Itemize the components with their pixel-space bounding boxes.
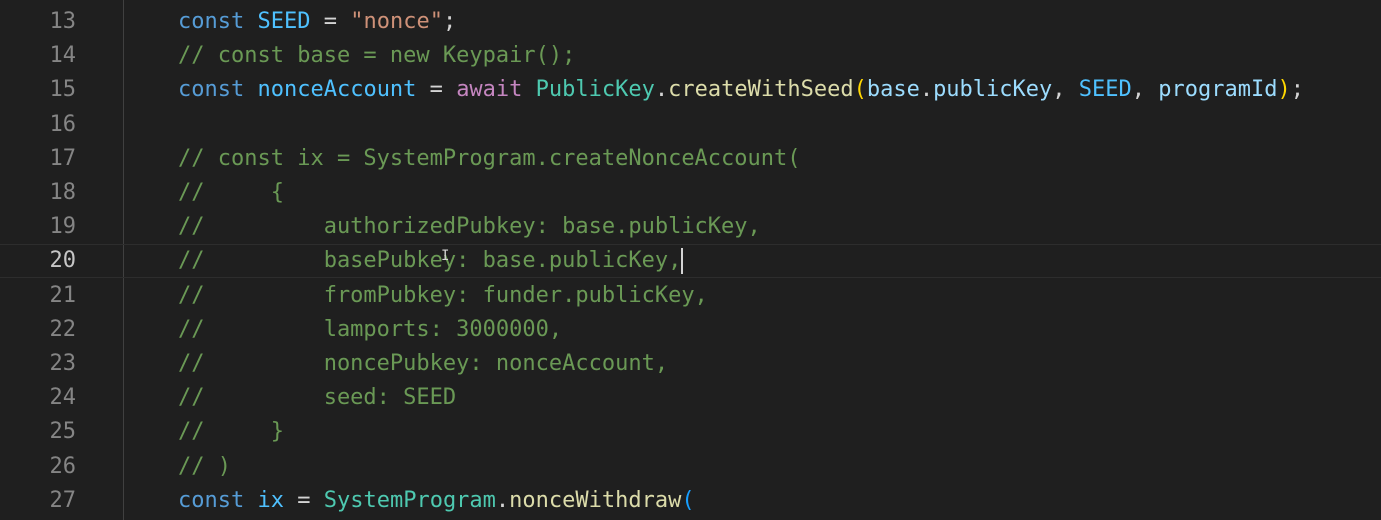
code-token: SEED	[257, 9, 311, 34]
code-text[interactable]: // )	[178, 450, 231, 484]
code-line[interactable]: 18 // {	[0, 176, 1381, 210]
code-token: .	[495, 487, 510, 513]
line-number: 20	[49, 248, 77, 274]
mouse-ibeam-icon: I	[441, 248, 450, 264]
code-token: ;	[442, 9, 457, 34]
code-line[interactable]: 15 const nonceAccount = await PublicKey.c…	[0, 73, 1381, 107]
code-token: "nonce"	[350, 9, 443, 34]
code-line[interactable]: 27 const ix = SystemProgram.nonceWithdraw…	[0, 484, 1381, 518]
code-text[interactable]: // }	[178, 415, 284, 449]
line-number: 23	[49, 351, 77, 376]
code-token: .	[919, 77, 934, 103]
code-token: SEED	[1078, 77, 1132, 103]
line-number: 21	[49, 282, 77, 308]
code-token: =	[283, 487, 324, 513]
code-token: nonceWithdraw	[509, 487, 682, 513]
code-line[interactable]: 25 // }	[0, 415, 1381, 449]
code-text[interactable]: const nonceAccount = await PublicKey.cre…	[178, 73, 1304, 107]
code-token: ,	[1131, 77, 1159, 103]
code-token: // basePubkey: base.publicKey,	[178, 248, 682, 274]
code-text[interactable]: // seed: SEED	[178, 381, 456, 415]
code-line[interactable]: 22 // lamports: 3000000,	[0, 313, 1381, 347]
code-token: // fromPubkey: funder.publicKey,	[178, 282, 708, 308]
code-text[interactable]: // const ix = SystemProgram.createNonceA…	[178, 142, 801, 176]
code-token: // seed: SEED	[178, 385, 457, 411]
code-token: SystemProgram	[323, 487, 496, 513]
line-number: 15	[49, 77, 77, 103]
code-token: ;	[1290, 77, 1304, 103]
code-token: // {	[178, 180, 284, 205]
code-line[interactable]: 19 // authorizedPubkey: base.publicKey,	[0, 210, 1381, 244]
line-number: 13	[49, 9, 77, 34]
code-token: (	[681, 487, 695, 513]
code-text[interactable]: // noncePubkey: nonceAccount,	[178, 347, 668, 381]
code-token: // authorizedPubkey: base.publicKey,	[178, 214, 761, 240]
code-token: const	[178, 9, 258, 34]
code-token: ix	[257, 487, 284, 513]
code-token: PublicKey	[535, 77, 655, 103]
code-token: (	[853, 77, 867, 103]
code-text[interactable]: // lamports: 3000000,	[178, 313, 562, 347]
code-text[interactable]: // basePubkey: base.publicKey,	[178, 245, 684, 277]
line-number: 25	[49, 419, 77, 445]
code-token: // }	[178, 419, 284, 445]
code-token: // const base = new Keypair();	[178, 43, 576, 69]
line-number: 26	[49, 453, 77, 479]
code-line[interactable]: 20 // basePubkey: base.publicKey,	[0, 244, 1381, 279]
code-line[interactable]: 16	[0, 108, 1381, 142]
code-text[interactable]: // authorizedPubkey: base.publicKey,	[178, 210, 761, 244]
code-token: // noncePubkey: nonceAccount,	[178, 351, 669, 376]
code-token: =	[310, 9, 351, 34]
code-line[interactable]: 26 // )	[0, 450, 1381, 484]
text-cursor	[681, 248, 684, 275]
line-number: 14	[49, 43, 77, 69]
code-token: publicKey	[933, 77, 1053, 103]
code-token: // const ix = SystemProgram.createNonceA…	[178, 145, 801, 171]
code-token: await	[456, 77, 536, 103]
line-number: 18	[49, 180, 77, 205]
code-token: .	[654, 77, 669, 103]
line-number: 17	[49, 145, 77, 171]
line-number: 27	[49, 487, 77, 513]
code-text[interactable]: // {	[178, 176, 284, 210]
code-line[interactable]: 17 // const ix = SystemProgram.createNonc…	[0, 142, 1381, 176]
code-line[interactable]: 24 // seed: SEED	[0, 381, 1381, 415]
line-number: 22	[49, 316, 77, 342]
code-token: )	[1277, 77, 1291, 103]
code-token: =	[416, 77, 457, 103]
line-number: 16	[49, 111, 77, 137]
code-token: // lamports: 3000000,	[178, 316, 563, 342]
line-number: 24	[49, 385, 77, 411]
code-token: nonceAccount	[257, 77, 417, 103]
code-text[interactable]: // const base = new Keypair();	[178, 39, 575, 73]
code-editor[interactable]: 13 const SEED = "nonce"; 14 // const base =…	[0, 0, 1381, 520]
code-token: base	[866, 77, 920, 103]
code-token: createWithSeed	[668, 77, 854, 103]
line-number: 19	[49, 214, 77, 240]
code-line[interactable]: 21 // fromPubkey: funder.publicKey,	[0, 279, 1381, 313]
code-line[interactable]: 23 // noncePubkey: nonceAccount,	[0, 347, 1381, 381]
code-line[interactable]: 13 const SEED = "nonce";	[0, 5, 1381, 39]
code-token: // )	[178, 453, 231, 479]
code-token: ,	[1052, 77, 1079, 103]
code-token: const	[178, 487, 258, 513]
code-text[interactable]: // fromPubkey: funder.publicKey,	[178, 279, 708, 313]
code-text[interactable]: const SEED = "nonce";	[178, 5, 456, 39]
code-text[interactable]: const ix = SystemProgram.nonceWithdraw(	[178, 484, 695, 518]
code-token: programId	[1158, 77, 1278, 103]
code-line[interactable]: 14 // const base = new Keypair();	[0, 39, 1381, 73]
code-token: const	[178, 77, 258, 103]
